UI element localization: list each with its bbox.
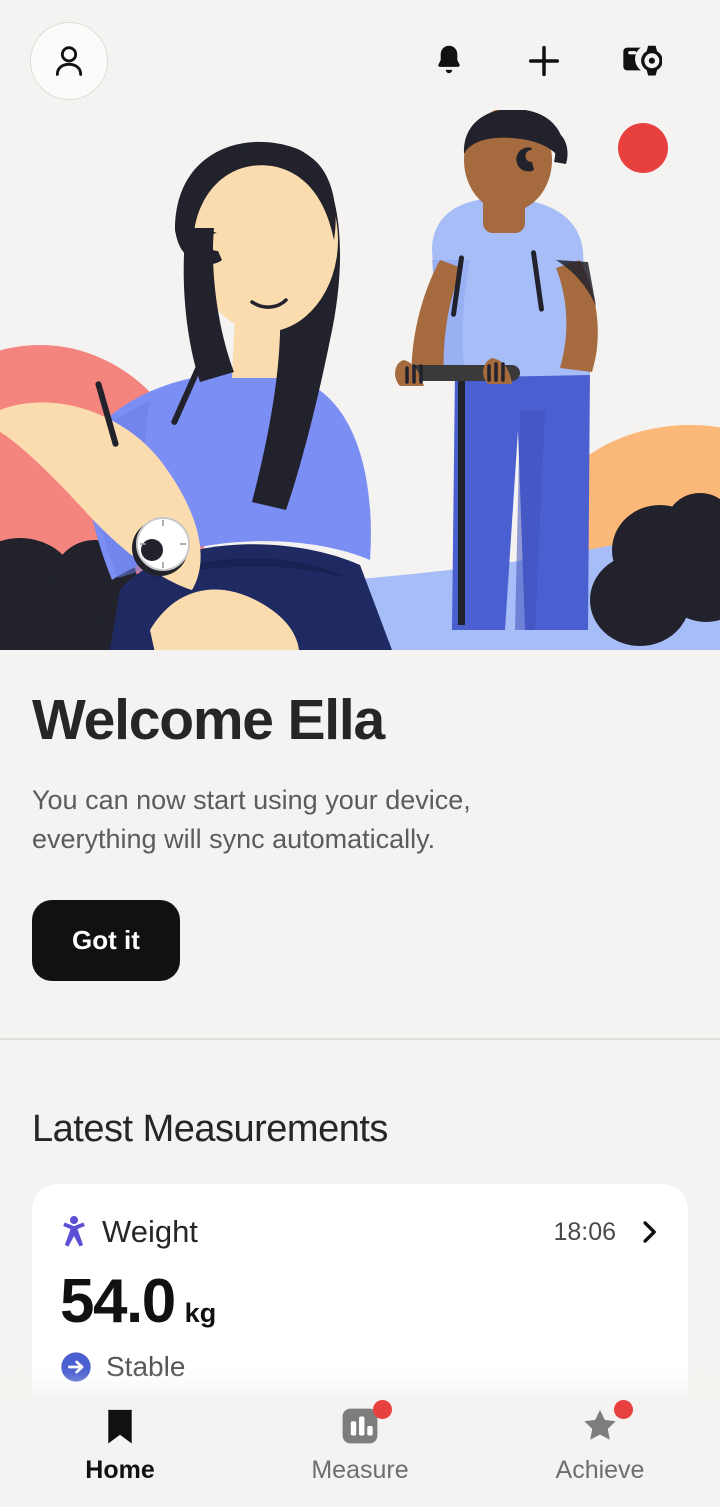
- welcome-section: Welcome Ella You can now start using you…: [0, 650, 720, 982]
- bottom-navigation: Home Measure Achieve: [0, 1397, 720, 1507]
- bookmark-icon: [105, 1405, 135, 1447]
- chevron-right-icon[interactable]: [638, 1219, 660, 1245]
- nav-item-measure[interactable]: Measure: [240, 1400, 480, 1485]
- card-unit: kg: [184, 1298, 217, 1328]
- profile-avatar[interactable]: [30, 22, 108, 100]
- card-label-group: Weight: [60, 1214, 198, 1250]
- card-trend-group: Stable: [60, 1351, 660, 1383]
- star-icon: [580, 1400, 633, 1447]
- page-title: Welcome Ella: [32, 688, 385, 752]
- header-actions: [432, 41, 690, 81]
- notifications-icon[interactable]: [432, 43, 466, 79]
- nav-label-achieve: Achieve: [555, 1456, 645, 1484]
- devices-icon[interactable]: [622, 43, 662, 79]
- card-label: Weight: [102, 1214, 198, 1249]
- card-value-group: 54.0 kg: [60, 1266, 660, 1337]
- nav-badge-achieve: [614, 1400, 633, 1419]
- nav-item-achieve[interactable]: Achieve: [480, 1400, 720, 1485]
- app-screen: Welcome Ella You can now start using you…: [0, 0, 720, 1507]
- nav-item-home[interactable]: Home: [0, 1405, 240, 1485]
- latest-measurements-title: Latest Measurements: [32, 1108, 388, 1150]
- add-icon[interactable]: [524, 41, 564, 81]
- card-time: 18:06: [553, 1217, 616, 1246]
- nav-label-measure: Measure: [311, 1456, 409, 1484]
- section-divider: [0, 1038, 720, 1040]
- person-icon: [55, 46, 83, 76]
- welcome-illustration: [0, 110, 720, 650]
- card-trend-label: Stable: [106, 1351, 186, 1382]
- body-figure-icon: [63, 1216, 85, 1247]
- nav-label-home: Home: [85, 1456, 155, 1484]
- welcome-subtitle: You can now start using your device, eve…: [32, 785, 471, 855]
- nav-badge-measure: [373, 1400, 392, 1419]
- app-header: [0, 0, 720, 122]
- bar-chart-icon: [341, 1400, 392, 1447]
- card-header: Weight 18:06: [60, 1214, 660, 1250]
- card-value: 54.0: [60, 1267, 176, 1336]
- got-it-button[interactable]: Got it: [32, 900, 180, 982]
- arrow-right-circle-icon: [61, 1352, 91, 1382]
- card-meta: 18:06: [553, 1218, 660, 1247]
